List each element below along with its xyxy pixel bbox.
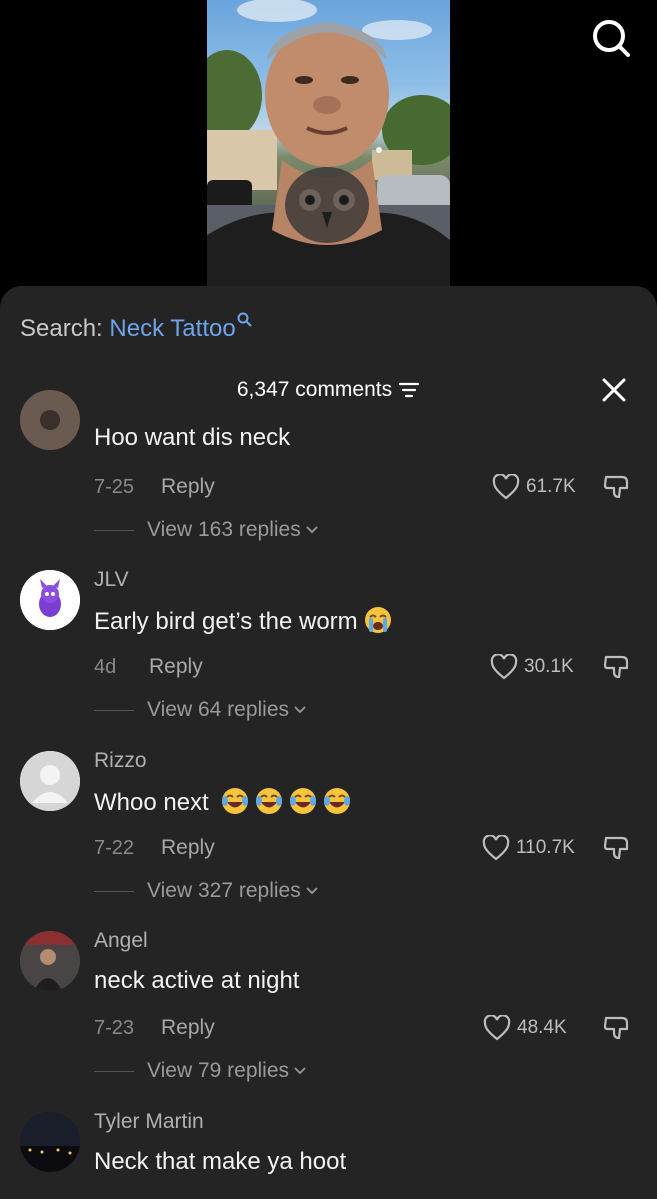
view-replies-button[interactable]: View 79 replies bbox=[94, 1059, 307, 1083]
avatar-image bbox=[20, 570, 80, 630]
avatar-image bbox=[20, 1112, 80, 1172]
comment-username[interactable]: Tyler Martin bbox=[94, 1110, 204, 1134]
like-button[interactable]: 61.7K bbox=[492, 474, 576, 500]
heart-icon bbox=[490, 654, 518, 680]
face-with-tears-of-joy-emoji-icon bbox=[222, 788, 249, 814]
reply-button[interactable]: Reply bbox=[161, 1016, 215, 1040]
like-count: 30.1K bbox=[524, 656, 574, 677]
comment-date: 7-22 bbox=[94, 837, 135, 859]
view-replies-label: View 64 replies bbox=[147, 698, 290, 721]
comment-text: Early bird get’s the worm bbox=[94, 608, 358, 635]
view-replies-label: View 327 replies bbox=[147, 879, 301, 902]
comment-text: Neck that make ya hoot bbox=[94, 1148, 347, 1175]
avatar[interactable] bbox=[20, 931, 80, 991]
video-image bbox=[207, 0, 450, 286]
loudly-crying-face-emoji-icon bbox=[364, 607, 391, 633]
comment-count: 6,347 comments bbox=[236, 378, 393, 401]
dislike-button[interactable] bbox=[602, 1013, 632, 1043]
reply-button[interactable]: Reply bbox=[161, 475, 215, 499]
chevron-down-icon bbox=[294, 706, 306, 714]
avatar[interactable] bbox=[20, 751, 80, 811]
face-with-tears-of-joy-emoji-icon bbox=[324, 788, 351, 814]
search-button[interactable] bbox=[588, 14, 636, 62]
view-replies-label: View 163 replies bbox=[147, 518, 301, 541]
avatar-image bbox=[20, 390, 80, 450]
close-icon bbox=[602, 378, 626, 402]
comment-text: neck active at night bbox=[94, 967, 300, 994]
comment-text-row: Whoo next bbox=[94, 787, 351, 817]
reply-button[interactable]: Reply bbox=[161, 836, 215, 860]
chevron-down-icon bbox=[306, 887, 318, 895]
comment-text: Hoo want dis neck bbox=[94, 424, 291, 451]
like-count: 110.7K bbox=[516, 837, 575, 858]
dislike-button[interactable] bbox=[602, 833, 632, 863]
search-icon bbox=[593, 20, 630, 57]
heart-icon bbox=[483, 1015, 511, 1041]
avatar[interactable] bbox=[20, 570, 80, 630]
search-term-link[interactable]: Neck Tattoo bbox=[109, 315, 235, 342]
dislike-icon bbox=[603, 836, 629, 860]
avatar-image bbox=[20, 931, 80, 991]
dislike-icon bbox=[603, 1016, 629, 1040]
video-player[interactable] bbox=[0, 0, 657, 300]
search-small-icon bbox=[237, 312, 252, 327]
view-replies-button[interactable]: View 163 replies bbox=[94, 518, 319, 542]
chevron-down-icon bbox=[306, 526, 318, 534]
face-with-tears-of-joy-emoji-icon bbox=[256, 788, 283, 814]
avatar[interactable] bbox=[20, 1112, 80, 1172]
view-replies-button[interactable]: View 327 replies bbox=[94, 879, 319, 903]
comments-sheet: Search: Neck Tattoo 6,347 comments Hoo w… bbox=[0, 286, 657, 1199]
dislike-icon bbox=[603, 655, 629, 679]
like-button[interactable]: 110.7K bbox=[482, 835, 575, 861]
close-button[interactable] bbox=[598, 374, 630, 406]
heart-icon bbox=[492, 474, 520, 500]
comments-header: 6,347 comments bbox=[0, 374, 657, 410]
like-count: 61.7K bbox=[526, 476, 576, 497]
dislike-button[interactable] bbox=[602, 652, 632, 682]
comment-username[interactable]: JLV bbox=[94, 568, 129, 592]
dislike-icon bbox=[603, 475, 629, 499]
chevron-down-icon bbox=[294, 1067, 306, 1075]
view-replies-label: View 79 replies bbox=[147, 1059, 290, 1082]
comment-text: Whoo next bbox=[94, 789, 209, 816]
face-with-tears-of-joy-emoji-icon bbox=[290, 788, 317, 814]
comment-date: 4d bbox=[94, 656, 117, 678]
video-thumbnail[interactable] bbox=[207, 0, 450, 286]
reply-button[interactable]: Reply bbox=[149, 655, 203, 679]
view-replies-button[interactable]: View 64 replies bbox=[94, 698, 307, 722]
sort-filter-icon[interactable] bbox=[398, 381, 420, 399]
avatar[interactable] bbox=[20, 390, 80, 450]
search-suggestion[interactable]: Search: Neck Tattoo bbox=[20, 312, 252, 343]
comment-date: 7-25 bbox=[94, 476, 135, 498]
like-button[interactable]: 30.1K bbox=[490, 654, 574, 680]
dislike-button[interactable] bbox=[602, 472, 632, 502]
comment-text-row: Early bird get’s the worm bbox=[94, 606, 392, 636]
heart-icon bbox=[482, 835, 510, 861]
like-button[interactable]: 48.4K bbox=[483, 1015, 567, 1041]
comment-username[interactable]: Rizzo bbox=[94, 749, 147, 773]
comment-date: 7-23 bbox=[94, 1017, 135, 1039]
search-prefix: Search: bbox=[20, 315, 103, 342]
comment-username[interactable]: Angel bbox=[94, 929, 148, 953]
default-avatar-icon bbox=[20, 751, 80, 811]
like-count: 48.4K bbox=[517, 1017, 567, 1038]
